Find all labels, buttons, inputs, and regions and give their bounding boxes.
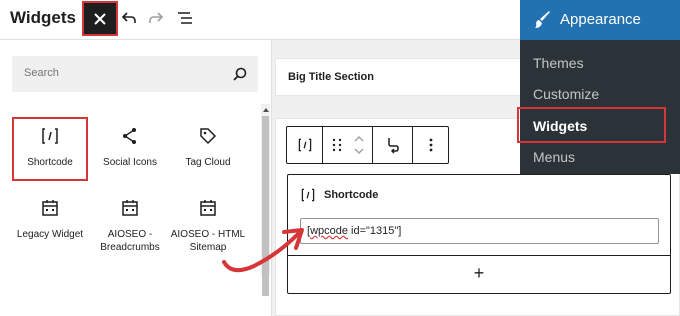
block-label: AIOSEO - Breadcrumbs — [100, 229, 160, 253]
redo-icon — [149, 12, 164, 23]
block-label: Legacy Widget — [16, 229, 84, 240]
more-vertical-icon — [429, 138, 433, 152]
menu-item-customize[interactable]: Customize — [533, 86, 599, 102]
block-aioseo-breadcrumbs[interactable]: AIOSEO - Breadcrumbs — [90, 198, 170, 258]
block-tag-cloud[interactable]: Tag Cloud — [168, 126, 248, 186]
page-title: Widgets — [10, 8, 76, 27]
move-up-down-icon[interactable] — [354, 134, 364, 156]
calendar-icon — [42, 200, 58, 216]
block-label: Tag Cloud — [185, 157, 231, 168]
annotation-arrow — [222, 228, 304, 273]
block-search-input[interactable]: Search — [12, 56, 258, 92]
paintbrush-icon — [535, 11, 550, 28]
divider — [288, 255, 670, 256]
menu-item-themes[interactable]: Themes — [533, 55, 584, 71]
search-icon — [233, 67, 247, 81]
list-view-button[interactable] — [176, 9, 194, 27]
undo-icon — [121, 12, 136, 23]
share-icon — [123, 128, 136, 144]
transform-button[interactable] — [373, 127, 413, 163]
undo-button[interactable] — [120, 9, 138, 27]
block-toolbar — [286, 126, 449, 164]
shortcode-icon — [42, 128, 58, 144]
block-legacy-widget[interactable]: Legacy Widget — [10, 198, 90, 258]
drag-handle-icon[interactable] — [332, 137, 342, 153]
add-block-button[interactable]: + — [471, 263, 487, 283]
widgets-highlight-box — [517, 107, 666, 143]
search-placeholder: Search — [24, 67, 59, 79]
block-label: Shortcode — [27, 157, 73, 168]
close-icon — [94, 12, 106, 25]
widget-area-title: Big Title Section — [288, 71, 374, 83]
shortcode-text-suffix: id="1315"] — [347, 225, 402, 237]
block-mover[interactable] — [323, 127, 373, 163]
block-label: Social Icons — [103, 157, 157, 168]
calendar-icon — [200, 200, 216, 216]
menu-item-menus[interactable]: Menus — [533, 149, 575, 165]
shortcode-icon — [301, 188, 315, 202]
transform-icon — [387, 138, 399, 154]
redo-button[interactable] — [147, 9, 165, 27]
block-shortcode[interactable]: Shortcode — [12, 117, 88, 181]
more-options-button[interactable] — [413, 127, 449, 163]
shortcode-block[interactable]: Shortcode [wpcode id="1315"] + — [287, 174, 671, 294]
tag-icon — [200, 128, 217, 145]
close-inserter-button[interactable] — [82, 1, 118, 36]
list-view-icon — [178, 12, 192, 24]
scroll-up-icon[interactable] — [263, 108, 269, 112]
menu-appearance[interactable]: Appearance — [520, 0, 680, 40]
shortcode-block-title: Shortcode — [324, 188, 379, 201]
block-type-button[interactable] — [287, 127, 323, 163]
shortcode-input[interactable]: [wpcode id="1315"] — [300, 218, 659, 244]
admin-appearance-menu: Appearance Themes Customize Widgets Menu… — [520, 0, 680, 174]
menu-appearance-label: Appearance — [560, 11, 641, 28]
shortcode-text-misspelled: wpcode — [310, 225, 348, 237]
shortcode-icon — [298, 138, 311, 152]
block-social-icons[interactable]: Social Icons — [90, 126, 170, 186]
calendar-icon — [122, 200, 138, 216]
shortcode-block-header: Shortcode — [300, 187, 378, 203]
